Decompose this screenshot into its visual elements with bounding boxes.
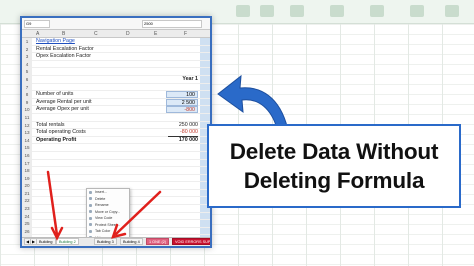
column-header[interactable]: C (94, 31, 98, 37)
context-menu-item[interactable]: Select All Sheets (87, 248, 129, 249)
row-number[interactable]: 16 (22, 151, 32, 160)
sheet-tab[interactable]: Building (36, 238, 56, 245)
row-number[interactable]: 3 (22, 53, 32, 61)
row-number[interactable]: 9 (22, 98, 32, 107)
row-number[interactable]: 21 (22, 189, 32, 198)
sheet-tab[interactable]: VOID ERRORS SUPPRESS (172, 238, 210, 245)
table-row: 5 (22, 68, 210, 76)
caption-line-2: Deleting Formula (243, 168, 425, 193)
row-number[interactable]: 1 (22, 38, 32, 46)
input-cell[interactable]: 100 (166, 91, 198, 99)
sheet-tab[interactable]: Building 2 (56, 238, 79, 245)
table-row: 14Operating Profit170 00017 (22, 136, 210, 145)
tab-scroll-right-icon[interactable]: ▶ (30, 238, 37, 245)
row-number[interactable]: 17 (22, 159, 32, 168)
row-label: Average Opex per unit (36, 106, 89, 113)
ribbon-icon (370, 5, 384, 17)
value-cell[interactable]: Year 1 (168, 76, 198, 83)
row-label: Operating Profit (36, 136, 77, 143)
row-label: Average Rental per unit (36, 98, 92, 105)
navigation-link[interactable]: Navigation Page (36, 38, 75, 45)
row-number[interactable]: 15 (22, 144, 32, 152)
ribbon-icon (445, 5, 459, 17)
column-headers: ABCDEFG (22, 30, 210, 38)
table-row: 19 (22, 174, 210, 183)
row-label: Total operating Costs (36, 129, 86, 136)
column-header[interactable]: E (154, 31, 157, 37)
row-number[interactable]: 23 (22, 205, 32, 213)
table-row: 7 (22, 83, 210, 92)
sheet-tab[interactable]: Building 4 (120, 238, 143, 245)
table-row: 16 (22, 151, 210, 160)
spreadsheet-window[interactable]: G9 2500 ABCDEFG 1Navigation Page2Rental … (20, 16, 212, 248)
table-row: 11 (22, 113, 210, 122)
row-number[interactable]: 20 (22, 182, 32, 190)
row-number[interactable]: 22 (22, 197, 32, 206)
table-row: 12Total rentals250 00026 (22, 121, 210, 130)
row-number[interactable]: 7 (22, 83, 32, 92)
row-number[interactable]: 13 (22, 129, 32, 137)
table-row: 6Year 1Yea (22, 75, 210, 84)
row-label: Opex Escalation Factor (36, 53, 92, 60)
row-number[interactable]: 11 (22, 113, 32, 122)
row-number[interactable]: 2 (22, 45, 32, 54)
table-row: 8 Number of units 100 (22, 91, 210, 99)
column-header[interactable]: A (36, 31, 39, 37)
row-number[interactable]: 4 (22, 60, 32, 69)
table-row: 2 Rental Escalation Factor (22, 45, 210, 54)
input-cell[interactable]: 2 500 (166, 98, 198, 106)
row-number[interactable]: 5 (22, 68, 32, 76)
caption-line-1: Delete Data Without (229, 139, 439, 164)
row-number[interactable]: 19 (22, 174, 32, 183)
row-label: Rental Escalation Factor (36, 45, 94, 52)
sheet-tab[interactable]: 1 ONE (2) (146, 238, 170, 245)
sheet-tab[interactable]: Building 3 (94, 238, 117, 245)
row-number[interactable]: 10 (22, 106, 32, 114)
title-caption-box: Delete Data Without Deleting Formula (207, 124, 461, 208)
table-row: 4 (22, 60, 210, 69)
row-number[interactable]: 14 (22, 136, 32, 145)
sheet-tabs-bar: Building Building 2 Building 3 Building 41 … (22, 237, 210, 246)
formula-bar: G9 2500 (22, 18, 210, 30)
ribbon-icon (260, 5, 274, 17)
ribbon-icon (410, 5, 424, 17)
row-label: Number of units (36, 91, 74, 98)
row-number[interactable]: 25 (22, 220, 32, 228)
table-row: 18 (22, 167, 210, 175)
table-row: 10 Average Opex per unit -800 (22, 106, 210, 114)
input-cell[interactable]: -800 (166, 106, 198, 114)
ribbon-icon (290, 5, 304, 17)
row-number[interactable]: 8 (22, 91, 32, 99)
value-cell[interactable]: 170 000 (168, 137, 198, 144)
column-header[interactable]: D (126, 31, 130, 37)
formula-input[interactable]: 2500 (142, 20, 202, 28)
table-row: 13Total operating Costs-80 000-8 (22, 129, 210, 138)
value-cell[interactable]: 250 000 (168, 122, 198, 129)
name-box[interactable]: G9 (24, 20, 50, 28)
ribbon-icon (236, 5, 250, 17)
table-row: 15 (22, 144, 210, 152)
column-header[interactable]: B (62, 31, 65, 37)
row-number[interactable]: 26 (22, 227, 32, 236)
row-label: Total rentals (36, 121, 65, 128)
row-number[interactable]: 12 (22, 121, 32, 130)
table-row: 3 Opex Escalation Factor (22, 53, 210, 61)
row-number[interactable]: 6 (22, 75, 32, 84)
table-row: 1 Navigation Page (22, 38, 210, 46)
table-row: 9 Average Rental per unit 2 500 (22, 98, 210, 107)
row-number[interactable]: 18 (22, 167, 32, 175)
ribbon-icon (330, 5, 344, 17)
table-row: 17 (22, 159, 210, 168)
column-header[interactable]: F (184, 31, 187, 37)
row-number[interactable]: 24 (22, 212, 32, 221)
